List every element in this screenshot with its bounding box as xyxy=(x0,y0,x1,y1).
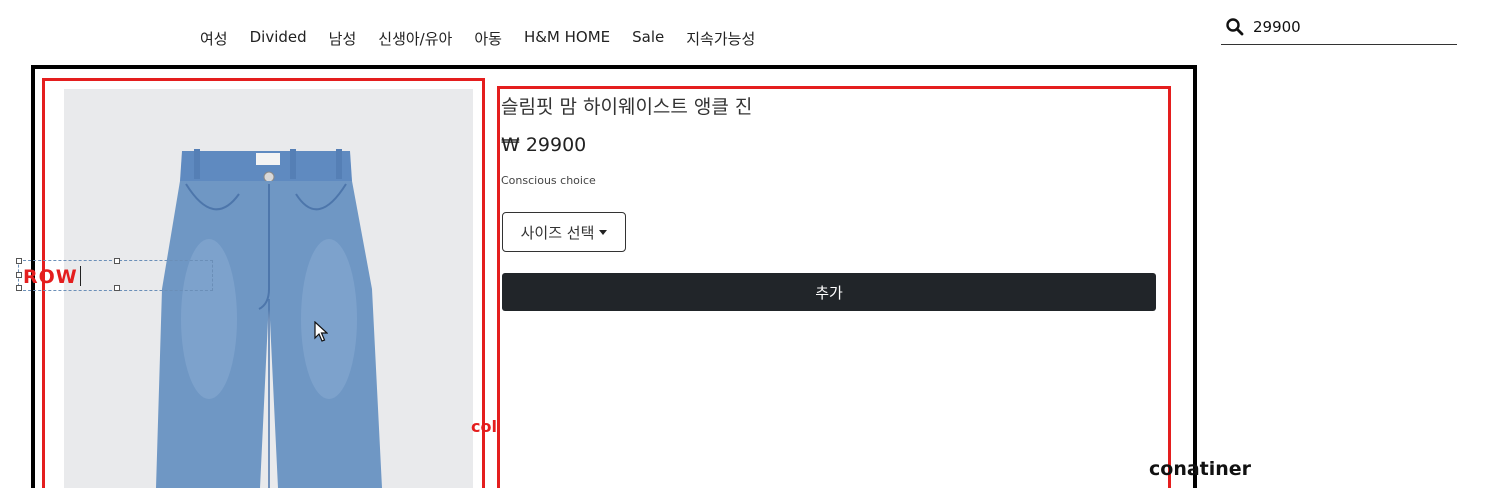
container-annotation: conatiner xyxy=(1149,458,1252,480)
resize-handle[interactable] xyxy=(16,285,22,291)
resize-handle[interactable] xyxy=(16,258,22,264)
size-select-dropdown[interactable]: 사이즈 선택 xyxy=(502,212,626,252)
row-annotation: ROW xyxy=(23,266,78,288)
add-to-cart-button[interactable]: 추가 xyxy=(502,273,1156,311)
search-bar xyxy=(1221,10,1457,45)
conscious-choice-badge: Conscious choice xyxy=(501,174,596,187)
nav-item-men[interactable]: 남성 xyxy=(329,28,357,49)
nav-item-divided[interactable]: Divided xyxy=(250,28,307,49)
search-input[interactable] xyxy=(1251,17,1455,37)
resize-handle[interactable] xyxy=(16,272,22,278)
main-nav: 여성 Divided 남성 신생아/유아 아동 H&M HOME Sale 지속… xyxy=(200,28,777,49)
page: 여성 Divided 남성 신생아/유아 아동 H&M HOME Sale 지속… xyxy=(0,0,1490,488)
resize-handle[interactable] xyxy=(114,285,120,291)
size-select-label: 사이즈 선택 xyxy=(520,223,595,242)
nav-item-sale[interactable]: Sale xyxy=(632,28,664,49)
nav-item-women[interactable]: 여성 xyxy=(200,28,228,49)
nav-item-sustainability[interactable]: 지속가능성 xyxy=(686,28,755,49)
nav-item-baby[interactable]: 신생아/유아 xyxy=(378,28,452,49)
text-caret xyxy=(80,266,81,286)
search-icon[interactable] xyxy=(1225,17,1245,37)
nav-item-home[interactable]: H&M HOME xyxy=(524,28,610,49)
mouse-pointer-icon xyxy=(314,321,328,342)
col-annotation: col xyxy=(471,417,497,436)
product-title: 슬림핏 맘 하이웨이스트 앵클 진 xyxy=(501,96,753,118)
caret-down-icon xyxy=(599,229,608,235)
nav-item-kids[interactable]: 아동 xyxy=(474,28,502,49)
product-price: ₩ 29900 xyxy=(501,134,587,156)
resize-handle[interactable] xyxy=(114,258,120,264)
